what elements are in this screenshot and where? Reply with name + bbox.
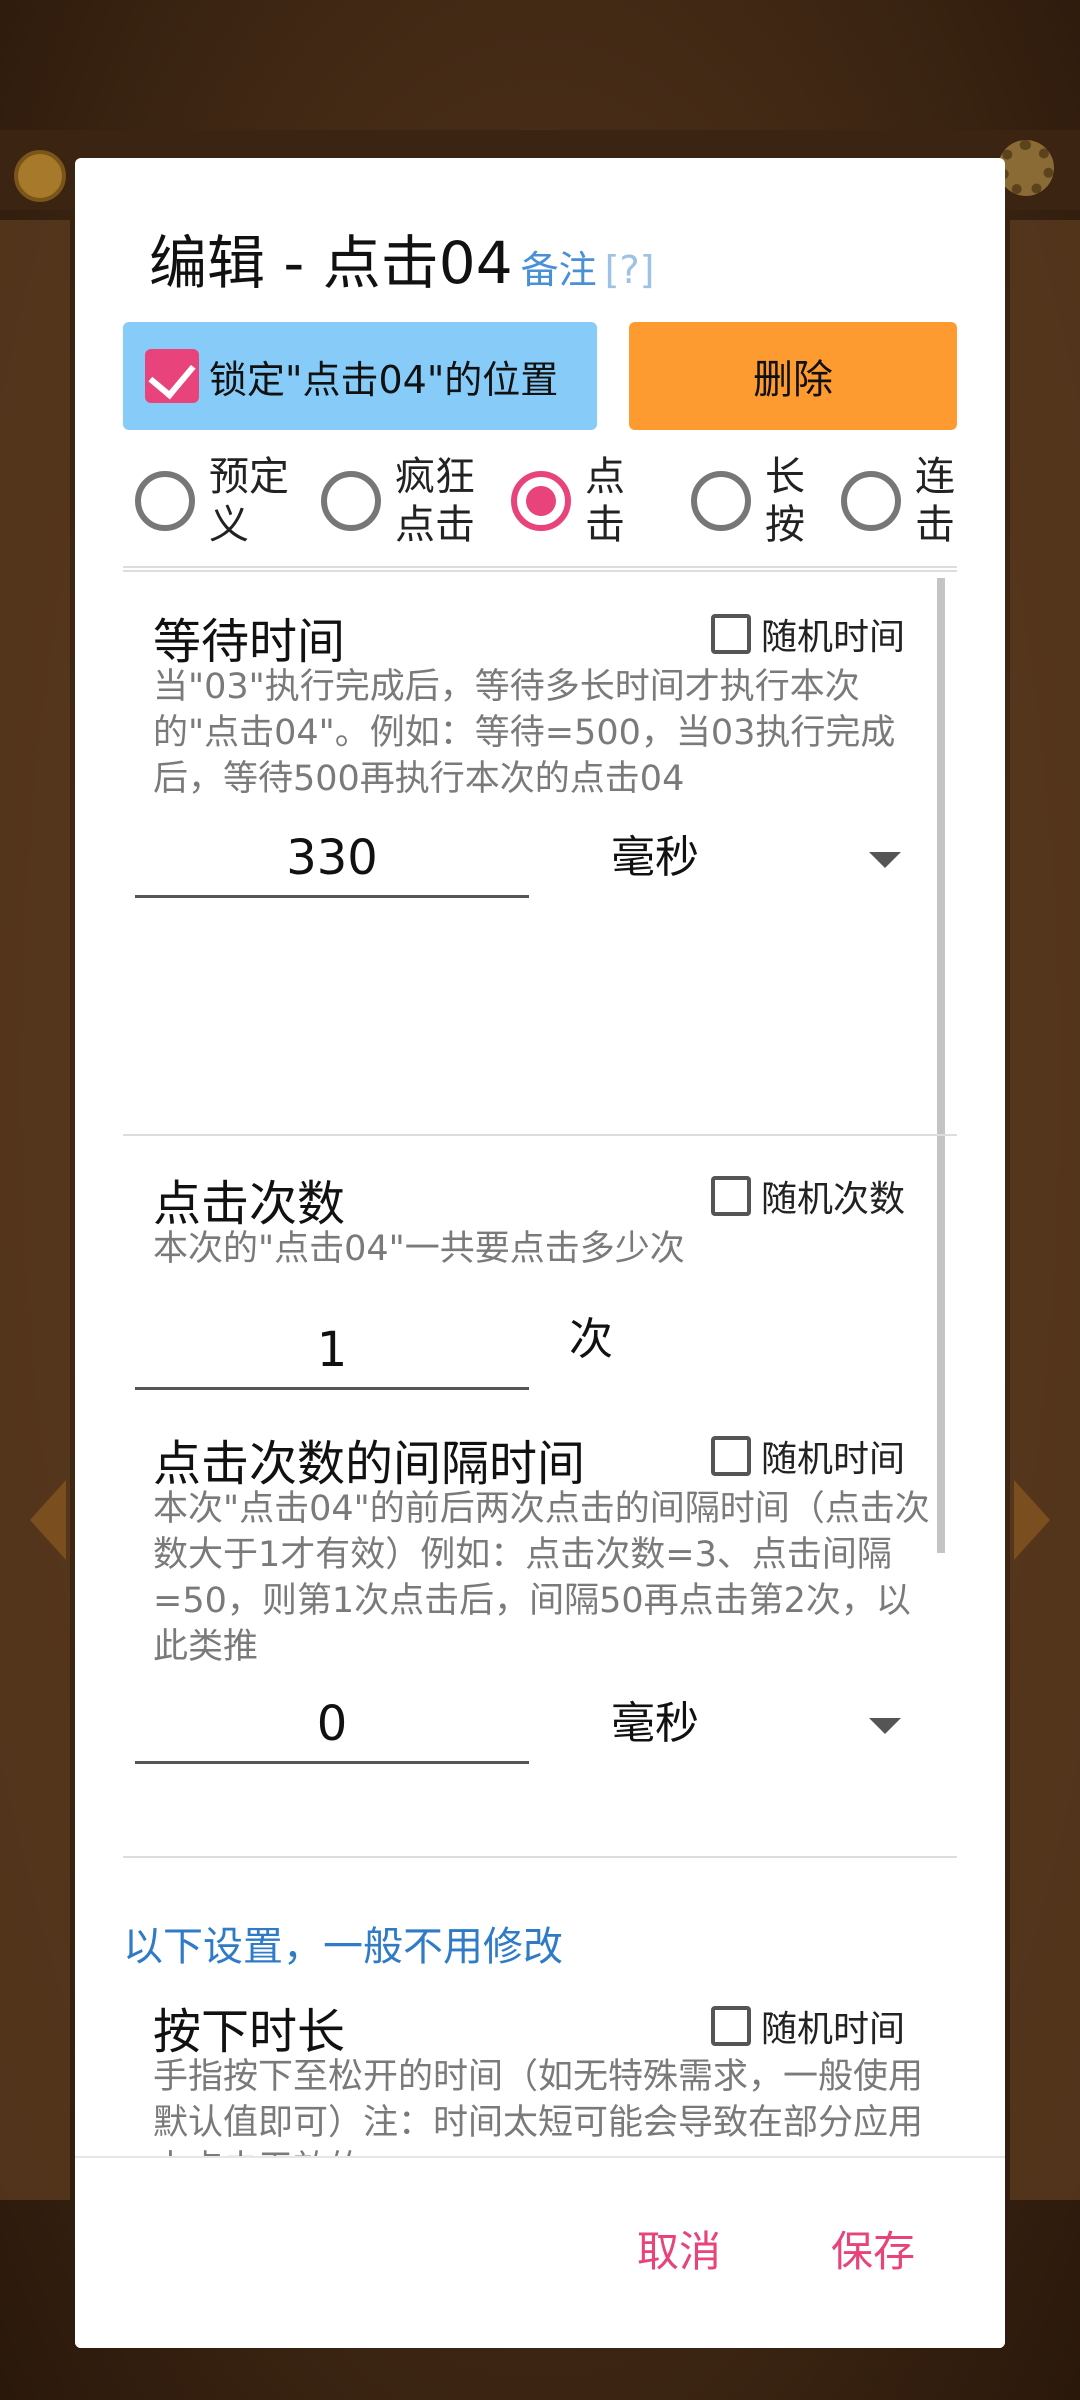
- mode-label-long-press: 长按: [765, 454, 805, 548]
- divider: [123, 1134, 957, 1136]
- gear-icon: [998, 140, 1054, 196]
- mode-label-predefined: 预定义: [209, 454, 289, 548]
- interval-random-checkbox[interactable]: [711, 1436, 751, 1476]
- advanced-hint: 以下设置，一般不用修改: [123, 1924, 563, 1970]
- interval-random-label: 随机时间: [761, 1439, 906, 1480]
- wait-title: 等待时间: [153, 614, 346, 670]
- count-random-label: 随机次数: [761, 1179, 906, 1220]
- press-random-checkbox[interactable]: [711, 2006, 751, 2046]
- lock-checkbox[interactable]: [145, 349, 199, 403]
- settings-scroll-area[interactable]: 等待时间 随机时间 当"03"执行完成后，等待多长时间才执行本次的"点击04"。…: [123, 572, 957, 2322]
- wait-random-label: 随机时间: [761, 617, 906, 658]
- save-button[interactable]: 保存: [831, 2218, 915, 2279]
- interval-random-toggle[interactable]: 随机时间: [711, 1430, 905, 1482]
- radio-predefined[interactable]: [135, 471, 195, 531]
- dialog-title: 编辑 - 点击04: [149, 229, 513, 297]
- interval-description: 本次"点击04"的前后两次点击的间隔时间（点击次数大于1才有效）例如：点击次数=…: [153, 1489, 930, 1667]
- mode-crazy-click[interactable]: 疯狂点击: [321, 446, 479, 556]
- mode-label-crazy-click: 疯狂点击: [395, 454, 475, 548]
- dialog-footer: 取消 保存: [75, 2158, 1005, 2348]
- radio-click[interactable]: [511, 471, 571, 531]
- divider: [123, 1856, 957, 1858]
- wait-random-checkbox[interactable]: [711, 614, 751, 654]
- wait-random-toggle[interactable]: 随机时间: [711, 608, 905, 660]
- press-random-toggle[interactable]: 随机时间: [711, 2000, 905, 2052]
- mode-predefined[interactable]: 预定义: [135, 446, 293, 556]
- mode-radio-group: 预定义 疯狂点击 点击 长按 连击: [135, 446, 995, 556]
- mode-combo[interactable]: 连击: [841, 446, 959, 556]
- mode-click[interactable]: 点击: [511, 446, 629, 556]
- radio-combo[interactable]: [841, 471, 901, 531]
- edit-dialog: 编辑 - 点击04 备注 [?] 锁定"点击04"的位置 删除 预定义 疯狂点击…: [75, 158, 1005, 2348]
- interval-unit-select[interactable]: 毫秒: [611, 1684, 699, 1764]
- wait-unit-select[interactable]: 毫秒: [611, 818, 699, 898]
- count-description: 本次的"点击04"一共要点击多少次: [153, 1229, 685, 1269]
- coin-icon: [14, 150, 66, 202]
- wait-value-input[interactable]: 330: [135, 818, 529, 898]
- note-link[interactable]: 备注: [521, 239, 597, 294]
- left-arrow-icon: [30, 1480, 66, 1560]
- wait-dropdown-icon[interactable]: [869, 852, 901, 868]
- press-title: 按下时长: [153, 2004, 346, 2060]
- lock-position-label: 锁定"点击04"的位置: [209, 357, 559, 402]
- mode-label-click: 点击: [585, 454, 625, 548]
- count-random-checkbox[interactable]: [711, 1176, 751, 1216]
- interval-dropdown-icon[interactable]: [869, 1718, 901, 1734]
- count-title: 点击次数: [153, 1176, 346, 1232]
- press-random-label: 随机时间: [761, 2009, 906, 2050]
- count-random-toggle[interactable]: 随机次数: [711, 1170, 905, 1222]
- title-row: 编辑 - 点击04 备注 [?]: [149, 216, 655, 297]
- radio-crazy-click[interactable]: [321, 471, 381, 531]
- interval-value-input[interactable]: 0: [135, 1684, 529, 1764]
- cancel-button[interactable]: 取消: [637, 2218, 721, 2279]
- mode-long-press[interactable]: 长按: [691, 446, 809, 556]
- count-value-input[interactable]: 1: [135, 1310, 529, 1390]
- delete-button[interactable]: 删除: [629, 322, 957, 430]
- help-link[interactable]: [?]: [605, 248, 655, 292]
- mode-label-combo: 连击: [915, 454, 955, 548]
- wait-description: 当"03"执行完成后，等待多长时间才执行本次的"点击04"。例如：等待=500，…: [153, 667, 896, 799]
- radio-long-press[interactable]: [691, 471, 751, 531]
- lock-position-button[interactable]: 锁定"点击04"的位置: [123, 322, 597, 430]
- right-arrow-icon: [1014, 1480, 1050, 1560]
- count-unit: 次: [569, 1314, 613, 1365]
- interval-title: 点击次数的间隔时间: [153, 1436, 586, 1492]
